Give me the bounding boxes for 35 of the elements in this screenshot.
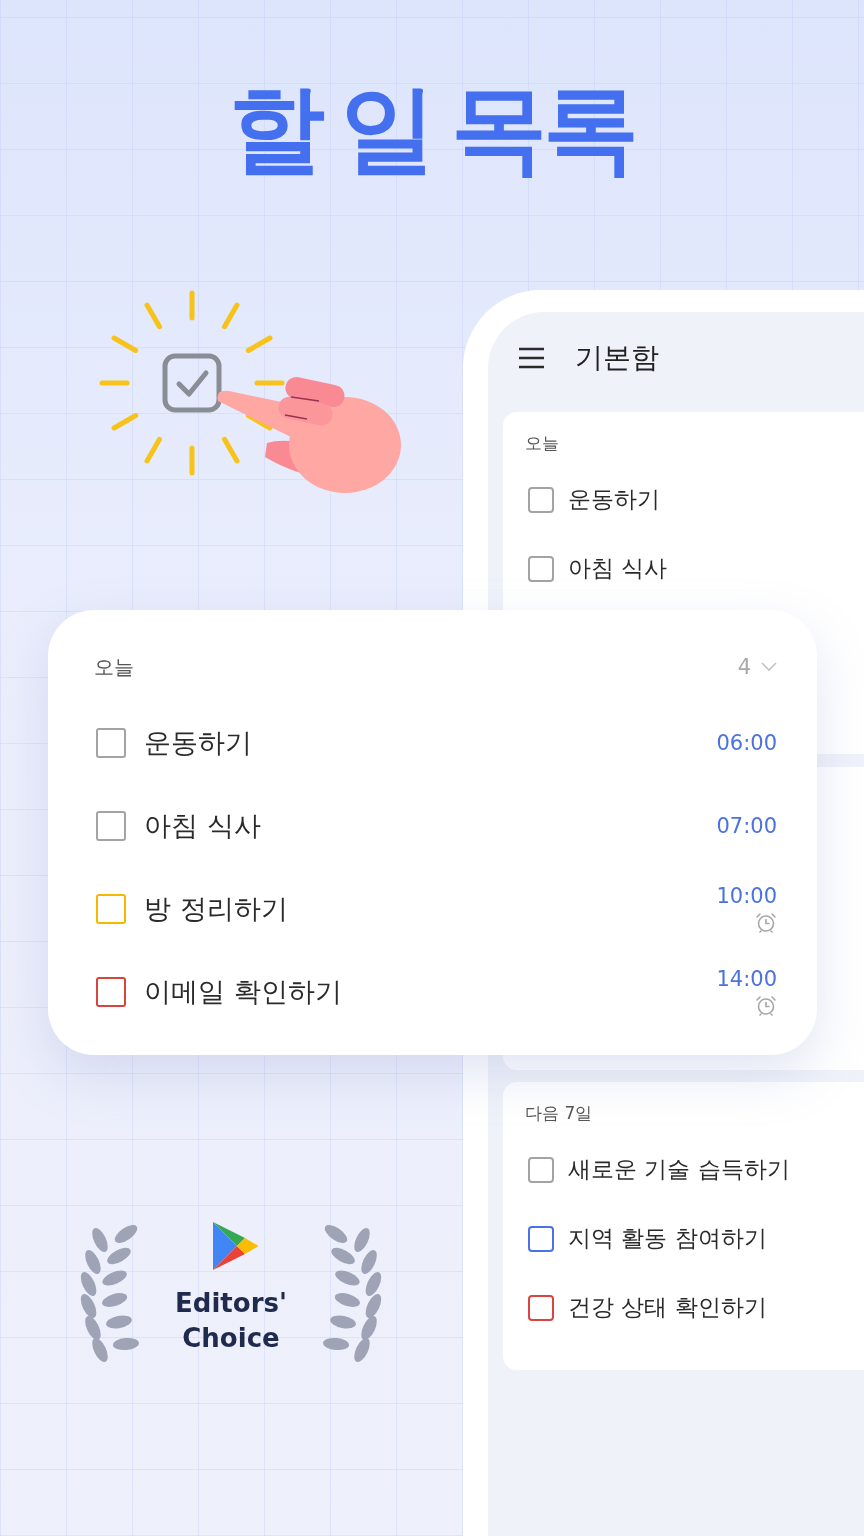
task-time: 07:00 xyxy=(716,813,777,838)
task-checkbox[interactable] xyxy=(528,1156,554,1183)
menu-icon[interactable] xyxy=(518,347,545,369)
task-checkbox[interactable] xyxy=(96,976,126,1007)
section-label: 오늘 xyxy=(525,432,559,455)
task-checkbox[interactable] xyxy=(96,727,126,758)
award-text: Editors' xyxy=(175,1287,287,1320)
task-title: 운동하기 xyxy=(144,725,253,760)
task-title: 이메일 확인하기 xyxy=(144,974,343,1009)
alarm-icon xyxy=(755,995,777,1016)
task-checkbox[interactable] xyxy=(528,1225,554,1252)
task-checkbox[interactable] xyxy=(96,810,126,841)
task-count: 4 xyxy=(737,655,751,679)
app-title: 할 일 목록 xyxy=(227,72,637,187)
task-title: 새로운 기술 습득하기 xyxy=(568,1155,790,1184)
screen-title: 기본함 xyxy=(575,340,659,376)
task-checkbox[interactable] xyxy=(528,486,554,513)
task-checkbox[interactable] xyxy=(528,1294,554,1321)
task-title: 아침 식사 xyxy=(144,808,262,843)
task-time: 10:00 xyxy=(716,884,777,908)
section-label: 오늘 xyxy=(94,653,135,681)
chevron-icon[interactable] xyxy=(761,662,777,672)
task-time: 06:00 xyxy=(716,730,777,755)
section-label: 다음 7일 xyxy=(525,1102,593,1125)
task-title: 건강 상태 확인하기 xyxy=(568,1293,767,1322)
task-checkbox[interactable] xyxy=(528,555,554,582)
task-title: 아침 식사 xyxy=(568,554,668,583)
play-triangle-icon xyxy=(211,1220,259,1272)
task-title: 지역 활동 참여하기 xyxy=(568,1224,767,1253)
task-checkbox[interactable] xyxy=(96,893,126,924)
task-title: 방 정리하기 xyxy=(144,891,289,926)
task-title: 운동하기 xyxy=(568,485,660,514)
alarm-icon xyxy=(755,912,777,933)
task-time: 14:00 xyxy=(716,967,777,991)
award-text: Choice xyxy=(182,1322,280,1355)
